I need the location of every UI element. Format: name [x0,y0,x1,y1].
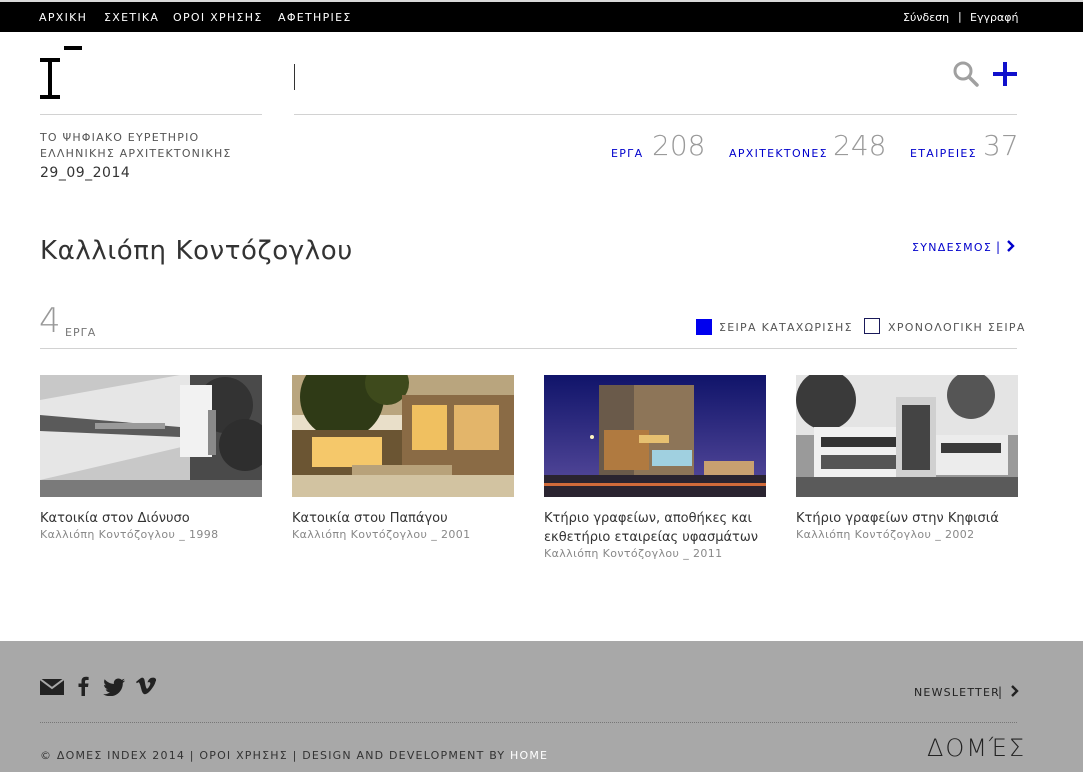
nav-terms[interactable]: ΟΡΟΙ ΧΡΗΣΗΣ [173,11,263,24]
footer-copyright: © ΔΟΜΕΣ INDEX 2014 | ΟΡΟΙ ΧΡΗΣΗΣ | DESIG… [40,749,548,762]
sort-chronological-label[interactable]: ΧΡΟΝΟΛΟΓΙΚΗ ΣΕΙΡΑ [888,321,1026,334]
stat-companies-count: 37 [983,129,1019,162]
logo-divider [40,114,262,115]
work-subtitle: Καλλιόπη Κοντόζογλου _ 1998 [40,528,219,541]
search-divider [294,114,1017,115]
nav-separator: | [958,10,962,23]
work-title[interactable]: Κτήριο γραφείων στην Κηφισιά [796,509,1018,528]
facebook-icon[interactable] [76,676,90,696]
work-card[interactable]: Κατοικία στου Παπάγου Καλλιόπη Κοντόζογλ… [292,375,514,541]
stat-works-label[interactable]: ΕΡΓΑ [611,147,643,160]
home-link[interactable]: HOME [510,749,548,762]
sort-registration-checkbox[interactable] [696,319,712,335]
newsletter-link[interactable]: NEWSLETTER [914,686,1000,699]
work-thumbnail[interactable] [292,375,514,497]
page-title: Καλλιόπη Κοντόζογλου [40,236,353,266]
work-title[interactable]: Κατοικία στον Διόνυσο [40,509,262,528]
footer-divider [40,722,1017,723]
tagline-line2: ΕΛΛΗΝΙΚΗΣ ΑΡΧΙΤΕΚΤΟΝΙΚΗΣ [40,147,232,160]
stat-companies-label[interactable]: ΕΤΑΙΡΕΙΕΣ [910,147,977,160]
work-card[interactable]: Κτήριο γραφείων, αποθήκες και εκθετήριο … [544,375,766,560]
link-button[interactable]: ΣΥΝΔΕΣΜΟΣ [912,241,992,254]
register-link[interactable]: Εγγραφή [970,11,1018,24]
work-card[interactable]: Κατοικία στον Διόνυσο Καλλιόπη Κοντόζογλ… [40,375,262,541]
work-card[interactable]: Κτήριο γραφείων στην Κηφισιά Καλλιόπη Κο… [796,375,1018,541]
twitter-icon[interactable] [102,678,126,696]
mail-icon[interactable] [40,678,64,696]
index-date: 29_09_2014 [40,165,131,181]
work-thumbnail[interactable] [796,375,1018,497]
work-subtitle: Καλλιόπη Κοντόζογλου _ 2002 [796,528,975,541]
copyright-text: © ΔΟΜΕΣ INDEX 2014 | ΟΡΟΙ ΧΡΗΣΗΣ | DESIG… [40,749,510,762]
chevron-right-icon[interactable] [1006,240,1016,252]
link-separator: | [996,240,1001,254]
search-input[interactable] [294,64,903,90]
stat-works-count: 208 [652,129,706,162]
nav-home[interactable]: ΑΡΧΙΚΗ [39,11,87,24]
works-count-label: ΕΡΓΑ [65,326,97,339]
stat-architects-count: 248 [833,129,887,162]
domes-logo[interactable]: ΔΟΜΈΣ [927,734,1026,762]
work-title[interactable]: Κατοικία στου Παπάγου [292,509,514,528]
work-subtitle: Καλλιόπη Κοντόζογλου _ 2001 [292,528,471,541]
work-thumbnail[interactable] [544,375,766,497]
nav-about[interactable]: ΣΧΕΤΙΚΑ [104,11,159,24]
sort-chronological-checkbox[interactable] [864,318,880,334]
nav-starting-points[interactable]: ΑΦΕΤΗΡΙΕΣ [278,11,352,24]
login-link[interactable]: Σύνδεση [903,11,949,24]
index-logo[interactable] [40,46,84,100]
tagline-line1: ΤΟ ΨΗΦΙΑΚΟ ΕΥΡΕΤΗΡΙΟ [40,131,200,144]
work-thumbnail[interactable] [40,375,262,497]
works-divider [40,348,1017,349]
stat-architects-label[interactable]: ΑΡΧΙΤΕΚΤΟΝΕΣ [729,147,828,160]
newsletter-separator: | [998,685,1003,699]
work-title[interactable]: Κτήριο γραφείων, αποθήκες και εκθετήριο … [544,509,766,547]
chevron-right-icon[interactable] [1010,685,1020,697]
work-subtitle: Καλλιόπη Κοντόζογλου _ 2011 [544,547,723,560]
plus-icon[interactable] [991,60,1019,88]
sort-registration-label[interactable]: ΣΕΙΡΑ ΚΑΤΑΧΩΡΙΣΗΣ [719,321,853,334]
top-nav-bar: ΑΡΧΙΚΗ ΣΧΕΤΙΚΑ ΟΡΟΙ ΧΡΗΣΗΣ ΑΦΕΤΗΡΙΕΣ Σύν… [0,0,1083,32]
search-icon[interactable] [953,61,979,87]
vimeo-icon[interactable] [136,677,156,695]
works-count: 4 [39,301,61,341]
